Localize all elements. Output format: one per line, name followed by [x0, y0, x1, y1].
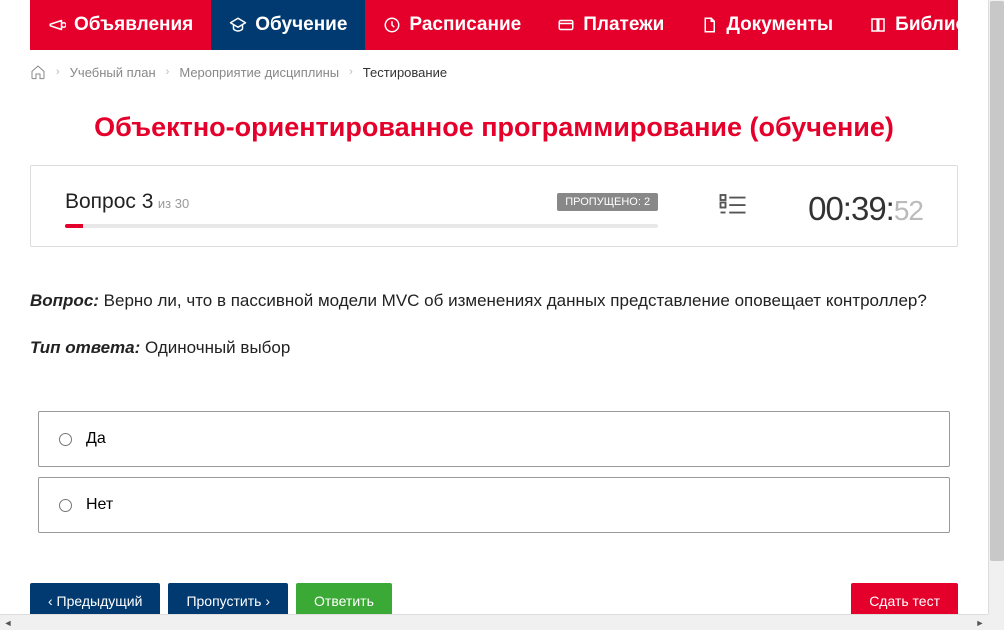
clock-icon: [383, 16, 401, 34]
scroll-right-icon[interactable]: ►: [972, 615, 988, 630]
breadcrumb-curriculum[interactable]: Учебный план: [70, 65, 156, 80]
nav-label: Платежи: [583, 14, 664, 36]
nav-label: Документы: [726, 14, 833, 36]
card-icon: [557, 16, 575, 34]
timer: 00:39:52: [808, 190, 923, 228]
chevron-right-icon: ›: [166, 66, 170, 78]
nav-education[interactable]: Обучение: [211, 0, 365, 50]
education-icon: [229, 16, 247, 34]
nav-label: Объявления: [74, 14, 193, 36]
answer-label: Да: [86, 430, 106, 448]
skipped-badge: ПРОПУЩЕНО: 2: [557, 193, 658, 211]
prev-button[interactable]: ‹ Предыдущий: [30, 583, 160, 614]
nav-announcements[interactable]: Объявления: [30, 0, 211, 50]
skip-button[interactable]: Пропустить ›: [168, 583, 288, 614]
question-text: Верно ли, что в пассивной модели MVC об …: [99, 291, 927, 310]
main-nav: Объявления Обучение Расписание Платежи: [30, 0, 958, 50]
answer-type-prefix: Тип ответа:: [30, 338, 140, 357]
radio-no[interactable]: [59, 499, 72, 512]
breadcrumb-current: Тестирование: [363, 65, 447, 80]
answer-option-yes[interactable]: Да: [38, 411, 950, 467]
nav-schedule[interactable]: Расписание: [365, 0, 539, 50]
question-total: из 30: [158, 196, 189, 211]
home-icon[interactable]: [30, 64, 46, 80]
nav-label: Обучение: [255, 14, 347, 36]
page-title: Объектно-ориентированное программировани…: [0, 94, 988, 165]
scroll-corner: [988, 614, 1004, 630]
question-number: Вопрос 3: [65, 190, 153, 213]
breadcrumb-discipline[interactable]: Мероприятие дисциплины: [179, 65, 339, 80]
nav-label: Расписание: [409, 14, 521, 36]
button-row: ‹ Предыдущий Пропустить › Ответить Сдать…: [0, 563, 988, 614]
doc-icon: [700, 16, 718, 34]
answers-list: Да Нет: [0, 401, 988, 563]
nav-documents[interactable]: Документы: [682, 0, 851, 50]
answer-type-text: Одиночный выбор: [140, 338, 290, 357]
horizontal-scrollbar[interactable]: ◄ ►: [0, 614, 988, 630]
chevron-right-icon: ›: [56, 66, 60, 78]
nav-payments[interactable]: Платежи: [539, 0, 682, 50]
question-list-icon[interactable]: [718, 190, 748, 220]
scrollbar-thumb[interactable]: [990, 1, 1004, 561]
submit-test-button[interactable]: Сдать тест: [851, 583, 958, 614]
status-card: Вопрос 3 из 30 ПРОПУЩЕНО: 2 00:39:52: [30, 165, 958, 247]
timer-seconds: 52: [894, 195, 923, 226]
question-block: Вопрос: Верно ли, что в пассивной модели…: [0, 247, 988, 401]
breadcrumb: › Учебный план › Мероприятие дисциплины …: [0, 50, 988, 94]
question-prefix: Вопрос:: [30, 291, 99, 310]
vertical-scrollbar[interactable]: [988, 0, 1004, 614]
scroll-left-icon[interactable]: ◄: [0, 615, 16, 630]
chevron-right-icon: ›: [349, 66, 353, 78]
book-icon: [869, 16, 887, 34]
megaphone-icon: [48, 16, 66, 34]
nav-library[interactable]: Библиотека: [851, 0, 988, 50]
progress-bar: [65, 224, 658, 228]
timer-main: 00:39:: [808, 190, 894, 227]
answer-button[interactable]: Ответить: [296, 583, 392, 614]
radio-yes[interactable]: [59, 433, 72, 446]
answer-option-no[interactable]: Нет: [38, 477, 950, 533]
answer-label: Нет: [86, 496, 113, 514]
nav-label: Библиотека: [895, 14, 988, 36]
progress-fill: [65, 224, 83, 228]
